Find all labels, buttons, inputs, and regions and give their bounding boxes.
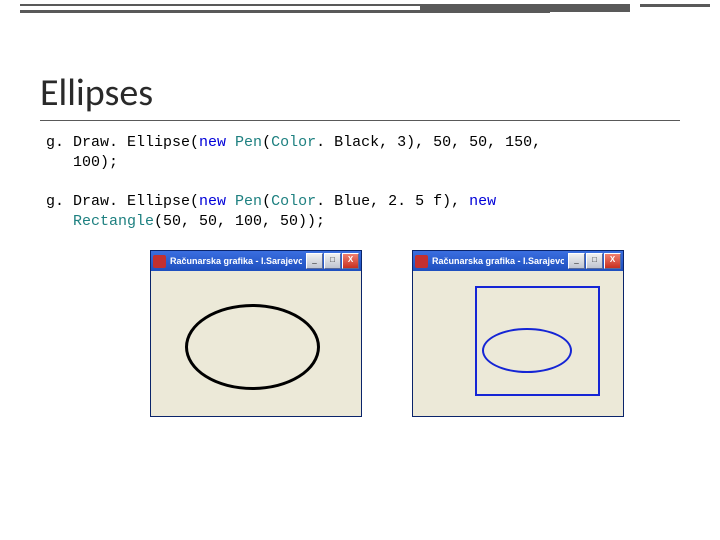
canvas-area bbox=[151, 271, 361, 416]
close-button[interactable]: X bbox=[342, 253, 359, 269]
app-icon bbox=[153, 255, 166, 268]
black-ellipse-shape bbox=[185, 304, 320, 390]
slide-title: Ellipses bbox=[40, 70, 680, 121]
window-title: Računarska grafika - I.Sarajevo bbox=[170, 256, 302, 266]
example-window-2: Računarska grafika - I.Sarajevo _ □ X bbox=[412, 250, 624, 417]
canvas-area bbox=[413, 271, 623, 416]
close-button[interactable]: X bbox=[604, 253, 621, 269]
app-icon bbox=[415, 255, 428, 268]
code-snippet-2: g. Draw. Ellipse(new Pen(Color. Blue, 2.… bbox=[40, 192, 680, 233]
maximize-button[interactable]: □ bbox=[324, 253, 341, 269]
maximize-button[interactable]: □ bbox=[586, 253, 603, 269]
example-window-1: Računarska grafika - I.Sarajevo _ □ X bbox=[150, 250, 362, 417]
minimize-button[interactable]: _ bbox=[306, 253, 323, 269]
titlebar: Računarska grafika - I.Sarajevo _ □ X bbox=[151, 251, 361, 271]
blue-rectangle-ellipse-shape bbox=[475, 286, 600, 396]
slide-decoration bbox=[0, 0, 720, 40]
code-snippet-1: g. Draw. Ellipse(new Pen(Color. Black, 3… bbox=[40, 133, 680, 174]
minimize-button[interactable]: _ bbox=[568, 253, 585, 269]
titlebar: Računarska grafika - I.Sarajevo _ □ X bbox=[413, 251, 623, 271]
window-title: Računarska grafika - I.Sarajevo bbox=[432, 256, 564, 266]
